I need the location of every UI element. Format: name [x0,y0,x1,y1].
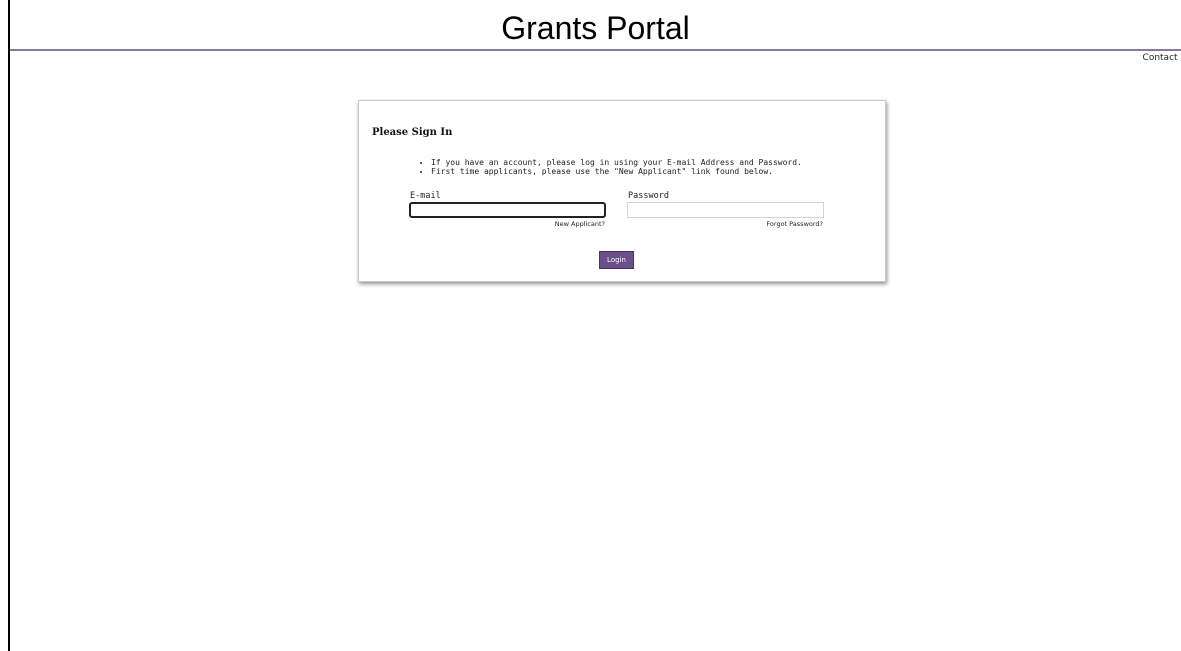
header: Grants Portal [10,0,1181,49]
forgot-password-link[interactable]: Forgot Password? [766,220,823,228]
page-frame: Grants Portal Contact U Please Sign In I… [0,0,1181,651]
portal-title: Grants Portal [501,10,690,46]
password-input[interactable] [627,202,824,218]
left-border [8,0,10,651]
new-applicant-link[interactable]: New Applicant? [555,220,605,228]
contact-us-link[interactable]: Contact U [1143,53,1181,63]
instruction-item: If you have an account, please log in us… [431,158,802,167]
sign-in-title: Please Sign In [372,127,453,138]
email-input[interactable] [409,202,606,218]
login-button[interactable]: Login [599,251,634,269]
instruction-item: First time applicants, please use the "N… [431,167,802,176]
password-label: Password [628,191,669,201]
sign-in-card: Please Sign In If you have an account, p… [358,100,886,282]
header-divider [10,49,1181,51]
instructions-list: If you have an account, please log in us… [419,158,802,176]
email-label: E-mail [410,191,441,201]
